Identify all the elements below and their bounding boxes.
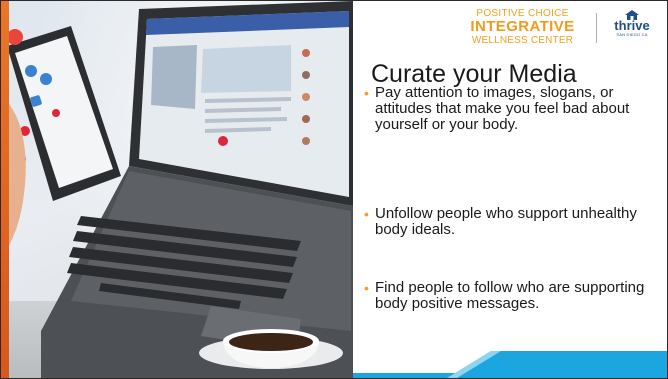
slide: POSITIVE CHOICE INTEGRATIVE WELLNESS CEN… [0,0,668,379]
blue-accent-shape [447,351,667,378]
bottom-accent [353,351,667,378]
